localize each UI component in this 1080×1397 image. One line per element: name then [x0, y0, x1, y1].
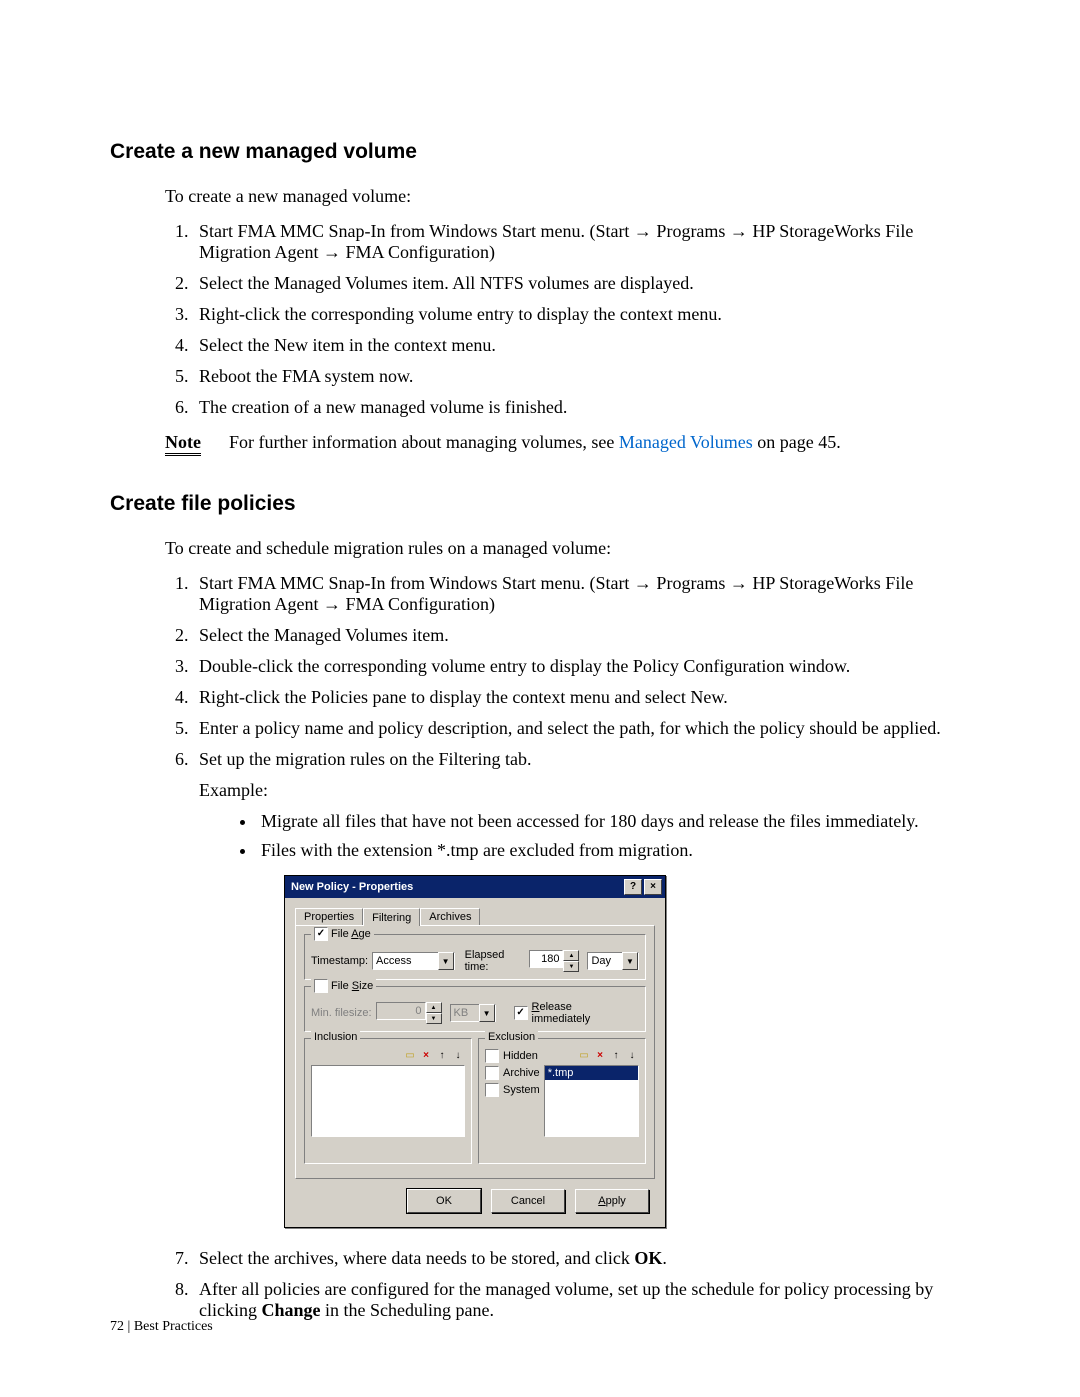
example-label: Example:: [199, 780, 970, 801]
page-footer: 72 | Best Practices: [110, 1319, 213, 1335]
time-unit-dropdown[interactable]: Day ▼: [587, 952, 639, 970]
apply-button[interactable]: Apply: [575, 1189, 649, 1213]
intro-text: To create a new managed volume:: [165, 186, 970, 207]
steps-list-2: Start FMA MMC Snap-In from Windows Start…: [165, 573, 970, 1321]
file-age-checkbox[interactable]: ✓: [314, 927, 328, 941]
step-item: After all policies are configured for th…: [193, 1279, 970, 1321]
file-age-legend: File Age: [331, 928, 371, 940]
delete-icon[interactable]: ×: [593, 1049, 607, 1063]
note-text: For further information about managing v…: [229, 432, 841, 453]
page-number: 72: [110, 1319, 124, 1334]
step-item: Select the New item in the context menu.: [193, 335, 970, 356]
tab-properties[interactable]: Properties: [295, 908, 363, 925]
step-item: Select the archives, where data needs to…: [193, 1248, 970, 1269]
help-button[interactable]: ?: [624, 879, 642, 895]
timestamp-dropdown[interactable]: Access ▼: [372, 952, 455, 970]
inclusion-listbox[interactable]: [311, 1065, 465, 1137]
exclude-archive-label: Archive: [503, 1067, 540, 1079]
bullet-item: Migrate all files that have not been acc…: [257, 811, 970, 832]
move-down-icon[interactable]: ↓: [451, 1049, 465, 1063]
exclude-system-checkbox[interactable]: [485, 1083, 499, 1097]
heading-create-file-policies: Create file policies: [110, 492, 970, 516]
dialog-title: New Policy - Properties: [291, 881, 413, 893]
file-age-group: ✓ File Age Timestamp: Access ▼: [304, 934, 646, 980]
ok-button[interactable]: OK: [407, 1189, 481, 1213]
new-icon[interactable]: ▭: [577, 1049, 591, 1063]
release-immediately-checkbox[interactable]: ✓: [514, 1006, 528, 1020]
file-size-group: File Size Min. filesize: ▲: [304, 986, 646, 1032]
new-icon[interactable]: ▭: [403, 1049, 417, 1063]
tab-strip: Properties Filtering Archives: [295, 908, 655, 925]
elapsed-time-label: Elapsed time:: [465, 949, 526, 973]
close-button[interactable]: ×: [644, 879, 662, 895]
step-item: Start FMA MMC Snap-In from Windows Start…: [193, 573, 970, 615]
inclusion-legend: Inclusion: [314, 1031, 357, 1043]
step-item: Select the Managed Volumes item.: [193, 625, 970, 646]
delete-icon[interactable]: ×: [419, 1049, 433, 1063]
step-item: Select the Managed Volumes item. All NTF…: [193, 273, 970, 294]
note-block: Note For further information about manag…: [165, 432, 970, 456]
exclude-hidden-label: Hidden: [503, 1050, 538, 1062]
timestamp-label: Timestamp:: [311, 955, 368, 967]
step-item: Right-click the Policies pane to display…: [193, 687, 970, 708]
dialog-titlebar: New Policy - Properties ? ×: [285, 876, 665, 898]
note-label: Note: [165, 432, 201, 456]
exclusion-item[interactable]: *.tmp: [545, 1066, 638, 1080]
chevron-down-icon: ▼: [479, 1004, 495, 1022]
step-item: Set up the migration rules on the Filter…: [193, 749, 970, 1228]
tab-filtering[interactable]: Filtering: [363, 908, 420, 926]
min-filesize-spinner: ▲ ▼: [376, 1002, 442, 1024]
step-item: Right-click the corresponding volume ent…: [193, 304, 970, 325]
chapter-name: Best Practices: [134, 1319, 213, 1334]
bullet-item: Files with the extension *.tmp are exclu…: [257, 840, 970, 861]
min-filesize-label: Min. filesize:: [311, 1007, 372, 1019]
inclusion-group: Inclusion ▭ × ↑ ↓: [304, 1038, 472, 1164]
elapsed-time-spinner[interactable]: ▲ ▼: [529, 950, 579, 972]
spin-down-icon[interactable]: ▼: [563, 961, 579, 972]
move-up-icon[interactable]: ↑: [609, 1049, 623, 1063]
managed-volumes-link[interactable]: Managed Volumes: [619, 432, 753, 452]
move-up-icon[interactable]: ↑: [435, 1049, 449, 1063]
tab-panel-filtering: ✓ File Age Timestamp: Access ▼: [295, 925, 655, 1179]
step-item: Double-click the corresponding volume en…: [193, 656, 970, 677]
release-immediately-label: Releaseimmediately: [532, 1001, 591, 1025]
cancel-button[interactable]: Cancel: [491, 1189, 565, 1213]
intro-text: To create and schedule migration rules o…: [165, 538, 970, 559]
exclude-system-label: System: [503, 1084, 540, 1096]
exclude-hidden-checkbox[interactable]: [485, 1049, 499, 1063]
min-filesize-input: [376, 1002, 426, 1020]
spin-up-icon[interactable]: ▲: [563, 950, 579, 961]
exclude-archive-checkbox[interactable]: [485, 1066, 499, 1080]
size-unit-dropdown: KB ▼: [450, 1004, 496, 1022]
file-size-checkbox[interactable]: [314, 979, 328, 993]
heading-create-managed-volume: Create a new managed volume: [110, 140, 970, 164]
spin-up-icon: ▲: [426, 1002, 442, 1013]
chevron-down-icon: ▼: [622, 952, 638, 970]
exclusion-group: Exclusion Hidden Archive System: [478, 1038, 646, 1164]
move-down-icon[interactable]: ↓: [625, 1049, 639, 1063]
step-item: Start FMA MMC Snap-In from Windows Start…: [193, 221, 970, 263]
step-item: The creation of a new managed volume is …: [193, 397, 970, 418]
example-bullets: Migrate all files that have not been acc…: [199, 811, 970, 861]
step-item: Reboot the FMA system now.: [193, 366, 970, 387]
steps-list-1: Start FMA MMC Snap-In from Windows Start…: [165, 221, 970, 418]
chevron-down-icon: ▼: [438, 952, 454, 970]
new-policy-dialog: New Policy - Properties ? × Properties F…: [284, 875, 666, 1228]
elapsed-time-input[interactable]: [529, 950, 563, 968]
file-size-legend: File Size: [331, 980, 373, 992]
exclusion-listbox[interactable]: *.tmp: [544, 1065, 639, 1137]
spin-down-icon: ▼: [426, 1013, 442, 1024]
step-item: Enter a policy name and policy descripti…: [193, 718, 970, 739]
tab-archives[interactable]: Archives: [420, 908, 480, 925]
exclusion-legend: Exclusion: [488, 1031, 535, 1043]
